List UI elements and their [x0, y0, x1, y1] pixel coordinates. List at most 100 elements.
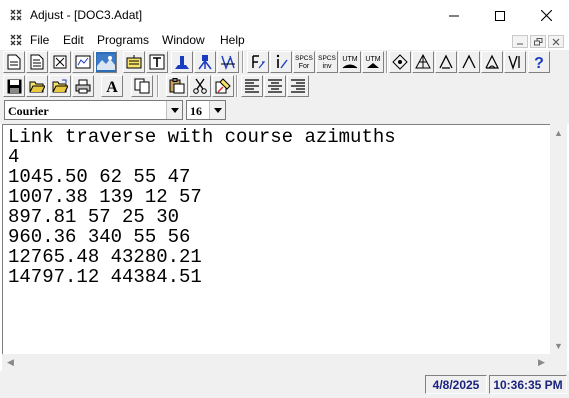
align-center-button[interactable] [264, 75, 286, 97]
triangle-network-button[interactable] [412, 51, 434, 73]
open-folder-alt-button[interactable] [49, 75, 71, 97]
station-icon [175, 56, 189, 69]
close-document-button[interactable] [49, 51, 71, 73]
document-editor[interactable]: Link traverse with course azimuths 4 104… [2, 124, 550, 354]
station-button[interactable] [171, 51, 193, 73]
open-folder-icon [29, 81, 45, 93]
editor-line: 14797.12 44384.51 [8, 266, 202, 288]
child-restore-button[interactable] [530, 35, 546, 48]
paste-button[interactable] [166, 75, 188, 97]
help-button[interactable]: ? [528, 51, 550, 73]
utm-label: UTM [342, 56, 357, 63]
open-folder-button[interactable] [26, 75, 48, 97]
new-document-alt-button[interactable] [26, 51, 48, 73]
spcs-inv-top-label: SPCS [318, 55, 336, 62]
chevron-down-icon[interactable] [209, 101, 225, 119]
utm-alt-label: UTM [365, 56, 380, 63]
scroll-up-icon[interactable]: ▲ [550, 124, 567, 141]
toolbar-separator [157, 75, 159, 97]
inverse-button[interactable] [270, 51, 292, 73]
highlight-icon [215, 78, 231, 94]
maximize-button[interactable] [477, 0, 523, 31]
chart-button[interactable] [72, 51, 94, 73]
font-button[interactable]: A [101, 75, 123, 97]
utm-button[interactable]: UTM [339, 51, 361, 73]
menu-window[interactable]: Window [162, 33, 205, 47]
align-left-button[interactable] [241, 75, 263, 97]
minimize-button[interactable] [431, 0, 477, 31]
cut-button[interactable] [189, 75, 211, 97]
text-block-button[interactable] [123, 51, 145, 73]
horizontal-scrollbar[interactable]: ◀ ▶ [2, 354, 550, 371]
restore-icon [533, 37, 542, 45]
spcs-forward-button[interactable]: SPCS For [293, 51, 315, 73]
editor-line: 1007.38 139 12 57 [8, 186, 202, 208]
inverse-icon [276, 54, 288, 69]
child-close-button[interactable] [548, 35, 564, 48]
child-minimize-button[interactable] [512, 35, 528, 48]
scroll-left-icon[interactable]: ◀ [2, 354, 19, 371]
print-button[interactable] [72, 75, 94, 97]
formula-icon [252, 55, 266, 69]
spcs-for-top-label: SPCS [295, 55, 313, 62]
copy-document-button[interactable] [131, 75, 153, 97]
save-button[interactable] [3, 75, 25, 97]
font-family-value: Courier [8, 104, 49, 118]
spcs-inverse-button[interactable]: SPCS inv [316, 51, 338, 73]
status-date: 4/8/2025 [425, 375, 487, 394]
chart-icon [75, 55, 91, 69]
new-document-button[interactable] [3, 51, 25, 73]
menu-file[interactable]: File [30, 33, 49, 47]
title-bar: Adjust - [DOC3.Adat] [0, 0, 569, 31]
highlight-button[interactable] [212, 75, 234, 97]
save-icon [7, 79, 21, 93]
align-right-icon [291, 79, 305, 93]
traverse-point-icon [392, 54, 408, 70]
editor-line: 897.81 57 25 30 [8, 206, 180, 228]
angle-button[interactable] [481, 51, 503, 73]
spcs-forward-icon: SPCS For [295, 55, 313, 70]
editor-line: 1045.50 62 55 47 [8, 166, 191, 188]
font-family-select[interactable]: Courier [4, 100, 183, 120]
scroll-down-icon[interactable]: ▼ [550, 337, 567, 354]
font-icon: A [106, 79, 118, 95]
align-right-button[interactable] [287, 75, 309, 97]
menu-edit[interactable]: Edit [63, 33, 84, 47]
utm-alt-icon: UTM [365, 56, 381, 68]
close-button[interactable] [523, 0, 569, 31]
toolbar-separator [242, 51, 244, 73]
close-document-icon [53, 55, 67, 69]
survey-tripod-button[interactable] [194, 51, 216, 73]
editor-line: 12765.48 43280.21 [8, 246, 202, 268]
document-menu-icon[interactable] [9, 33, 23, 47]
toolbar-area: SPCS For SPCS inv UTM UTM ? A Courier 16 [0, 50, 569, 124]
image-button[interactable] [95, 51, 117, 73]
vertical-scrollbar[interactable]: ▲ ▼ [550, 124, 567, 354]
editor-line: 960.36 340 55 56 [8, 226, 191, 248]
minimize-icon [517, 43, 523, 44]
editor-line: 4 [8, 146, 20, 168]
toolbar-row-main: SPCS For SPCS inv UTM UTM ? [0, 51, 569, 75]
text-frame-button[interactable] [146, 51, 168, 73]
app-icon[interactable] [9, 8, 23, 22]
paste-icon [169, 78, 185, 94]
open-traverse-button[interactable] [435, 51, 457, 73]
menu-help[interactable]: Help [220, 33, 245, 47]
close-icon [540, 10, 552, 21]
formula-button[interactable] [247, 51, 269, 73]
help-label: ? [534, 55, 544, 71]
angle-icon [485, 54, 499, 69]
scroll-right-icon[interactable]: ▶ [533, 354, 550, 371]
toolbar-row-format: A [0, 75, 569, 99]
editor-line: Link traverse with course azimuths [8, 126, 396, 148]
utm-alt-button[interactable]: UTM [362, 51, 384, 73]
closed-triangle-button[interactable] [458, 51, 480, 73]
menu-programs[interactable]: Programs [97, 33, 149, 47]
traverse-point-button[interactable] [389, 51, 411, 73]
vertical-angle-button[interactable] [504, 51, 526, 73]
chevron-down-icon[interactable] [166, 101, 182, 119]
leveling-button[interactable] [217, 51, 239, 73]
utm-icon: UTM [342, 56, 358, 69]
font-size-select[interactable]: 16 [186, 100, 226, 120]
print-icon [75, 79, 91, 93]
